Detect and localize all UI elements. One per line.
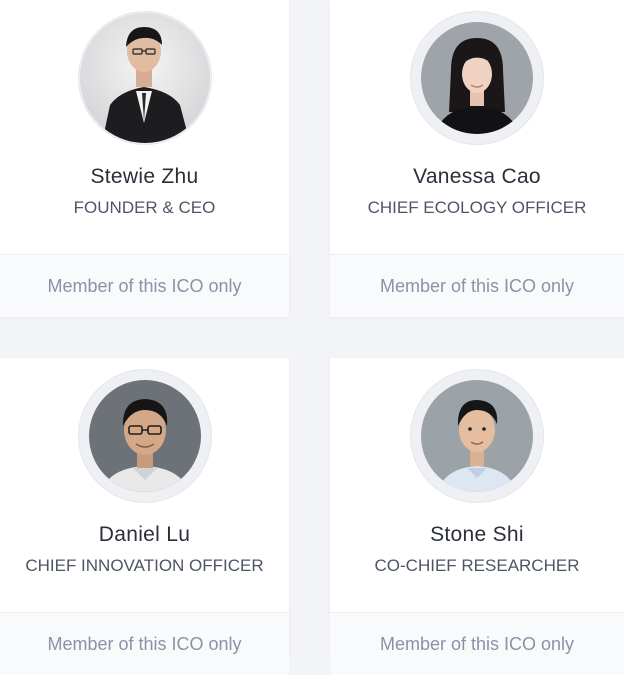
member-footer: Member of this ICO only [0,255,289,317]
member-name: Daniel Lu [98,523,191,546]
member-name: Stone Shi [430,523,524,546]
member-footer: Member of this ICO only [0,613,289,675]
team-card-vanessa-cao: Vanessa Cao CHIEF ECOLOGY OFFICER Member… [330,0,624,317]
person-photo-icon [79,13,210,143]
avatar [78,370,211,502]
avatar [78,12,211,144]
member-name: Vanessa Cao [413,165,541,188]
member-role: CHIEF INNOVATION OFFICER [25,556,264,575]
avatar [411,12,543,144]
team-card-stone-shi: Stone Shi CO-CHIEF RESEARCHER Member of … [330,358,624,675]
team-card-header: Vanessa Cao CHIEF ECOLOGY OFFICER [330,0,624,255]
member-name: Stewie Zhu [90,165,199,188]
member-footer: Member of this ICO only [330,613,624,675]
team-card-header: Stewie Zhu FOUNDER & CEO [0,0,289,255]
person-photo-icon [421,380,533,492]
member-footer: Member of this ICO only [330,255,624,317]
team-card-daniel-lu: Daniel Lu CHIEF INNOVATION OFFICER Membe… [0,358,289,675]
member-role: CHIEF ECOLOGY OFFICER [367,198,587,217]
avatar [411,370,543,502]
team-card-header: Daniel Lu CHIEF INNOVATION OFFICER [0,358,289,613]
team-card-header: Stone Shi CO-CHIEF RESEARCHER [330,358,624,613]
member-role: FOUNDER & CEO [73,198,216,217]
person-photo-icon [421,22,533,134]
team-card-stewie-zhu: Stewie Zhu FOUNDER & CEO Member of this … [0,0,289,317]
person-photo-icon [88,380,201,492]
member-role: CO-CHIEF RESEARCHER [374,556,580,575]
